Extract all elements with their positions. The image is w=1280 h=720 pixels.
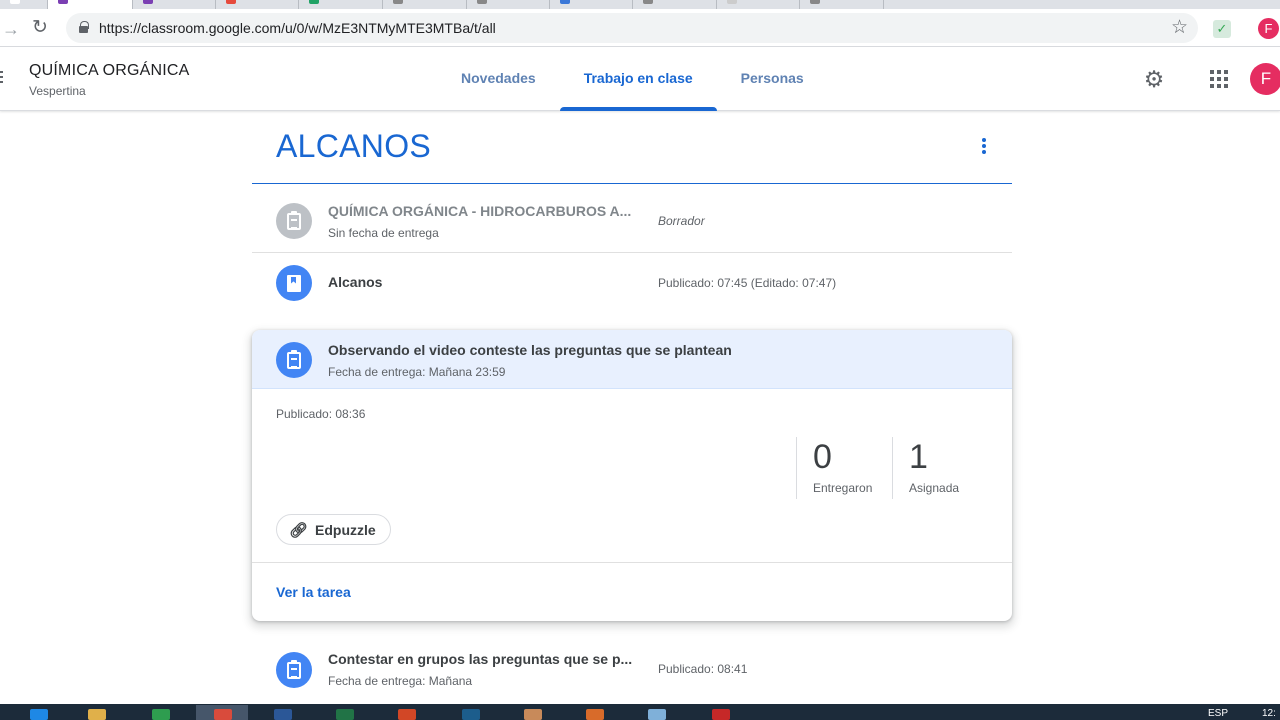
- link-icon: 🔗︎: [289, 521, 309, 539]
- os-taskbar: ESP 12:: [0, 704, 1280, 720]
- tab-trabajo-en-clase[interactable]: Trabajo en clase: [559, 47, 717, 111]
- browser-tab[interactable]: [0, 0, 48, 9]
- tab-favicon-icon: [727, 0, 737, 4]
- taskbar-app-sheets-icon[interactable]: [134, 705, 186, 720]
- assignment-icon: [276, 342, 312, 378]
- stat-value: 1: [909, 438, 928, 476]
- item-status: Borrador: [658, 214, 705, 228]
- tab-favicon-icon: [643, 0, 653, 4]
- taskbar-app-paint-icon[interactable]: [630, 705, 682, 720]
- browser-tab[interactable]: [299, 0, 383, 9]
- apps-grid-icon[interactable]: [1210, 70, 1228, 88]
- expanded-assignment-card: Observando el video conteste las pregunt…: [252, 330, 1012, 621]
- tab-favicon-icon: [226, 0, 236, 4]
- stat-label: Entregaron: [813, 481, 873, 495]
- stat-label: Asignada: [909, 481, 960, 495]
- attachment-label: Edpuzzle: [315, 521, 376, 538]
- taskbar-app-media-icon[interactable]: [694, 705, 746, 720]
- item-subtitle: Fecha de entrega: Mañana: [328, 674, 473, 688]
- taskbar-app-tool-icon[interactable]: [506, 705, 558, 720]
- class-name[interactable]: QUÍMICA ORGÁNICA: [29, 62, 190, 80]
- taskbar-app-powerpoint-icon[interactable]: [380, 705, 432, 720]
- taskbar-app-game-icon[interactable]: [568, 705, 620, 720]
- material-icon: [276, 265, 312, 301]
- browser-profile-avatar[interactable]: F: [1258, 18, 1279, 39]
- taskbar-app-chrome-icon[interactable]: [196, 705, 248, 720]
- more-options-icon[interactable]: [978, 138, 990, 158]
- tab-novedades[interactable]: Novedades: [437, 47, 560, 111]
- assignment-due-date: Fecha de entrega: Mañana 23:59: [328, 365, 506, 379]
- gear-icon[interactable]: ⚙: [1142, 67, 1166, 91]
- classroom-header: QUÍMICA ORGÁNICA Vespertina Novedades Tr…: [0, 47, 1280, 111]
- class-section: Vespertina: [29, 84, 86, 98]
- item-title: QUÍMICA ORGÁNICA - HIDROCARBUROS A...: [328, 203, 632, 219]
- system-clock[interactable]: 12:: [1262, 708, 1276, 719]
- omnibox[interactable]: https://classroom.google.com/u/0/w/MzE3N…: [66, 13, 1198, 43]
- item-status: Publicado: 08:41: [658, 662, 748, 676]
- assignment-icon: [276, 652, 312, 688]
- item-subtitle: Sin fecha de entrega: [328, 226, 439, 240]
- tab-favicon-icon: [560, 0, 570, 4]
- browser-tab[interactable]: [717, 0, 800, 9]
- tab-favicon-icon: [309, 0, 319, 4]
- view-assignment-link[interactable]: Ver la tarea: [276, 584, 351, 600]
- item-status: Publicado: 07:45 (Editado: 07:47): [658, 276, 837, 290]
- classwork-item[interactable]: QUÍMICA ORGÁNICA - HIDROCARBUROS A... Si…: [252, 184, 1012, 252]
- bookmark-star-icon[interactable]: ☆: [1171, 16, 1188, 39]
- forward-arrow-icon[interactable]: →: [2, 19, 20, 40]
- taskbar-app-word-icon[interactable]: [256, 705, 308, 720]
- assignment-published: Publicado: 08:36: [276, 407, 366, 421]
- browser-tab[interactable]: [550, 0, 633, 9]
- stat-turned-in[interactable]: 0 Entregaron: [796, 437, 872, 499]
- reload-icon[interactable]: ↻: [32, 16, 48, 39]
- browser-tab[interactable]: [216, 0, 299, 9]
- item-title: Alcanos: [328, 274, 383, 290]
- taskbar-app-browser-icon[interactable]: [12, 705, 64, 720]
- browser-tab-strip: [0, 0, 1280, 9]
- account-avatar[interactable]: F: [1250, 63, 1280, 95]
- tab-favicon-icon: [810, 0, 820, 4]
- browser-tab-active[interactable]: [48, 0, 133, 9]
- class-tabs: Novedades Trabajo en clase Personas: [437, 47, 828, 111]
- extension-icon[interactable]: ✓: [1213, 20, 1231, 38]
- browser-tab[interactable]: [633, 0, 717, 9]
- taskbar-app-explorer-icon[interactable]: [70, 705, 122, 720]
- card-divider: [252, 562, 1012, 563]
- classwork-item[interactable]: Contestar en grupos las preguntas que se…: [252, 640, 1012, 700]
- taskbar-app-excel-icon[interactable]: [318, 705, 370, 720]
- tab-favicon-icon: [10, 0, 20, 4]
- classwork-item[interactable]: Alcanos Publicado: 07:45 (Editado: 07:47…: [252, 253, 1012, 313]
- stat-value: 0: [813, 438, 832, 476]
- assignment-title: Observando el video conteste las pregunt…: [328, 342, 732, 358]
- tab-favicon-icon: [143, 0, 153, 4]
- tab-favicon-icon: [58, 0, 68, 4]
- item-title: Contestar en grupos las preguntas que se…: [328, 651, 633, 667]
- assignment-header[interactable]: Observando el video conteste las pregunt…: [252, 330, 1012, 389]
- attachment-chip[interactable]: 🔗︎ Edpuzzle: [276, 514, 391, 545]
- browser-tab[interactable]: [383, 0, 467, 9]
- taskbar-app-browser-icon[interactable]: [444, 705, 496, 720]
- browser-tab[interactable]: [133, 0, 216, 9]
- tab-favicon-icon: [393, 0, 403, 4]
- browser-tab[interactable]: [800, 0, 884, 9]
- language-indicator[interactable]: ESP: [1208, 708, 1228, 719]
- stat-assigned[interactable]: 1 Asignada: [892, 437, 959, 499]
- main-menu-icon[interactable]: [0, 71, 3, 85]
- url-text[interactable]: https://classroom.google.com/u/0/w/MzE3N…: [99, 20, 496, 36]
- tab-personas[interactable]: Personas: [717, 47, 828, 111]
- lock-icon: [79, 21, 89, 33]
- address-bar: → ↻ https://classroom.google.com/u/0/w/M…: [0, 9, 1280, 47]
- tab-favicon-icon: [477, 0, 487, 4]
- browser-tab[interactable]: [467, 0, 550, 9]
- topic-title: ALCANOS: [276, 128, 432, 164]
- assignment-icon: [276, 203, 312, 239]
